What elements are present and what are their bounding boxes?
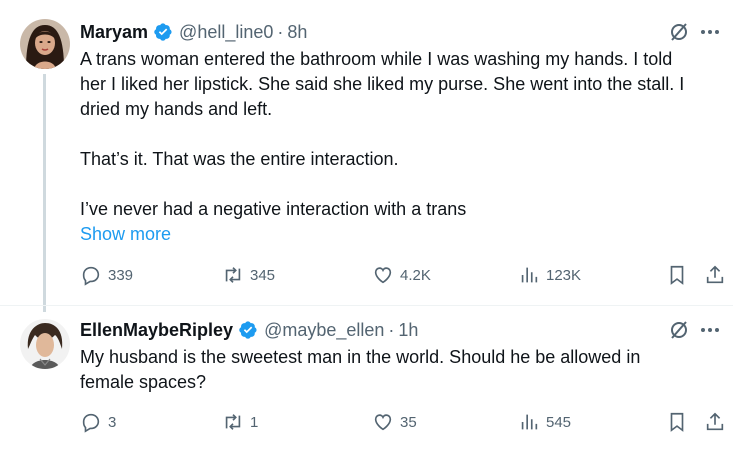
reply-count: 339	[108, 266, 134, 284]
tweet-text-line: A trans woman entered the bathroom while…	[80, 49, 673, 69]
reply-icon	[82, 413, 100, 433]
views-button[interactable]: 545	[518, 410, 571, 434]
separator-dot: ·	[277, 21, 284, 42]
like-icon	[374, 414, 392, 431]
repost-icon	[225, 414, 241, 430]
views-count: 545	[546, 413, 572, 431]
reply-count: 3	[108, 413, 117, 431]
reply-button[interactable]: 3	[80, 410, 116, 434]
bookmark-button[interactable]	[666, 410, 688, 434]
avatar-maryam[interactable]	[20, 19, 70, 69]
bookmark-icon	[670, 412, 684, 432]
avatar-ellenmayberipley[interactable]	[20, 319, 70, 369]
author-handle[interactable]: @hell_line0	[179, 22, 273, 43]
separator-dot: ·	[388, 319, 395, 340]
like-button[interactable]: 35	[372, 410, 417, 434]
show-more-link[interactable]: Show more	[80, 222, 725, 247]
timestamp[interactable]: 1h	[398, 320, 418, 341]
tweet-text: A trans woman entered the bathroom while…	[80, 47, 725, 247]
verified-badge-icon[interactable]	[238, 320, 258, 340]
repost-icon	[225, 267, 241, 283]
action-bar: 339 345 4.2K 123K	[80, 263, 725, 287]
tweet-header: Maryam @hell_line0 · 8h	[80, 20, 307, 44]
tweet-text: My husband is the sweetest man in the wo…	[80, 345, 725, 395]
author-name[interactable]: EllenMaybeRipley	[80, 320, 233, 341]
paragraph-break	[80, 172, 725, 197]
timeline-feed: Maryam @hell_line0 · 8h A trans woman en…	[0, 0, 733, 451]
like-count: 35	[400, 413, 417, 431]
action-bar: 3 1 35 545	[80, 410, 725, 434]
timestamp[interactable]: 8h	[287, 22, 307, 43]
repost-count: 345	[250, 266, 276, 284]
like-count: 4.2K	[400, 266, 431, 284]
reply-button[interactable]: 339	[80, 263, 133, 287]
grok-icon[interactable]	[669, 320, 689, 340]
author-name[interactable]: Maryam	[80, 22, 148, 43]
like-icon	[374, 267, 392, 284]
share-button[interactable]	[704, 410, 726, 434]
verified-badge-icon[interactable]	[153, 22, 173, 42]
more-icon[interactable]	[699, 320, 721, 340]
views-icon	[521, 414, 538, 430]
views-button[interactable]: 123K	[518, 263, 581, 287]
views-icon	[521, 267, 538, 283]
bookmark-button[interactable]	[666, 263, 688, 287]
share-button[interactable]	[704, 263, 726, 287]
paragraph-break	[80, 122, 725, 147]
tweet-text-line: female spaces?	[80, 372, 207, 392]
tweet-header: EllenMaybeRipley @maybe_ellen · 1h	[80, 318, 418, 342]
tweet-ellenmayberipley[interactable]: EllenMaybeRipley @maybe_ellen · 1h My hu…	[0, 306, 733, 451]
tweet-text-line: My husband is the sweetest man in the wo…	[80, 347, 641, 367]
tweet-text-line: dried my hands and left.	[80, 99, 273, 119]
tweet-text-line: I’ve never had a negative interaction wi…	[80, 199, 467, 219]
repost-button[interactable]: 345	[222, 263, 275, 287]
repost-button[interactable]: 1	[222, 410, 258, 434]
thread-connector-line	[43, 74, 46, 312]
bookmark-icon	[670, 265, 684, 285]
tweet-maryam[interactable]: Maryam @hell_line0 · 8h A trans woman en…	[0, 0, 733, 312]
views-count: 123K	[546, 266, 582, 284]
tweet-text-line: That’s it. That was the entire interacti…	[80, 149, 399, 169]
author-handle[interactable]: @maybe_ellen	[264, 320, 384, 341]
grok-icon[interactable]	[669, 22, 689, 42]
tweet-text-line: her I liked her lipstick. She said she l…	[80, 74, 685, 94]
share-icon	[706, 265, 724, 284]
like-button[interactable]: 4.2K	[372, 263, 431, 287]
share-icon	[706, 412, 724, 431]
repost-count: 1	[250, 413, 259, 431]
more-icon[interactable]	[699, 22, 721, 42]
reply-icon	[82, 266, 100, 286]
